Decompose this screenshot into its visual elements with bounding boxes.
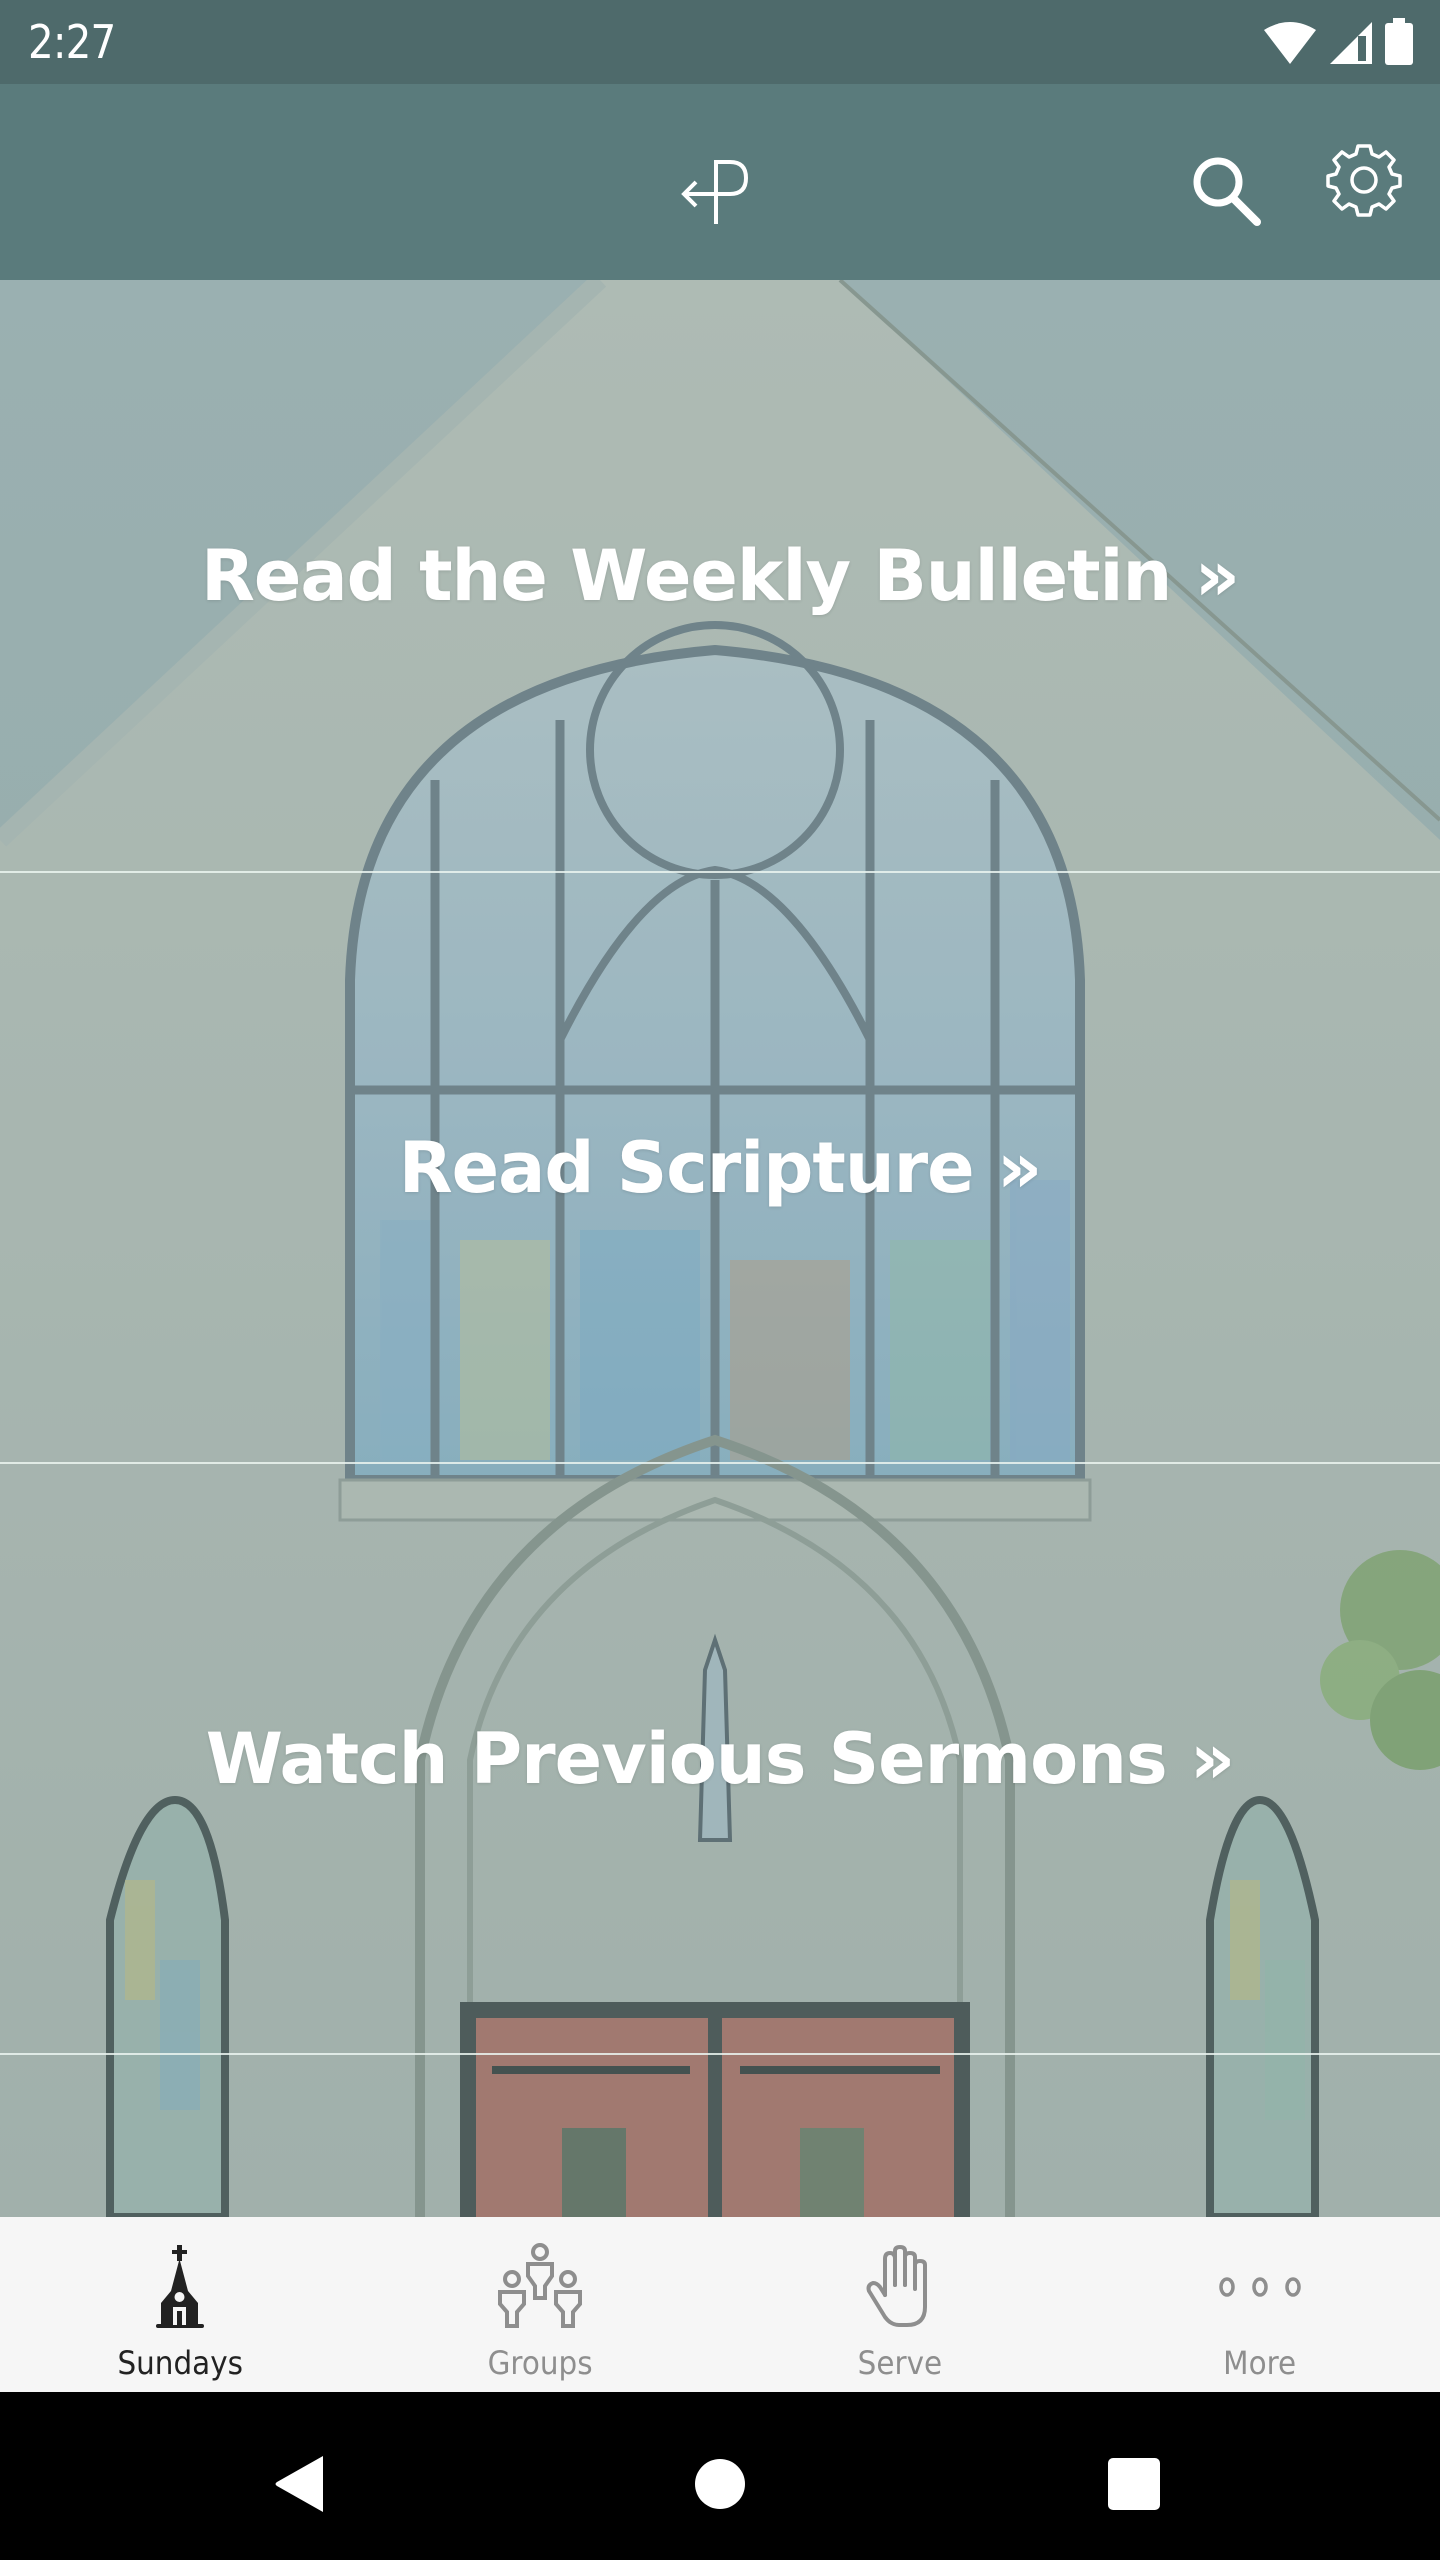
bottom-tab-bar: Sundays Groups Serve More bbox=[0, 2217, 1440, 2392]
weekly-bulletin-link-label: Read the Weekly Bulletin » bbox=[201, 534, 1240, 617]
recents-square-icon bbox=[1108, 2458, 1160, 2510]
tab-more-label: More bbox=[1223, 2344, 1297, 2382]
tab-sundays[interactable]: Sundays bbox=[0, 2217, 360, 2392]
search-button[interactable] bbox=[1183, 146, 1271, 234]
hero-list-empty-row bbox=[0, 2053, 1440, 2217]
system-back-button[interactable] bbox=[260, 2444, 340, 2524]
cellular-signal-icon bbox=[1330, 22, 1372, 64]
app-bar bbox=[0, 84, 1440, 280]
back-triangle-icon bbox=[275, 2456, 323, 2512]
hero-links-list: Read the Weekly Bulletin » Read Scriptur… bbox=[0, 280, 1440, 2217]
search-icon bbox=[1193, 157, 1261, 226]
hero-section: Read the Weekly Bulletin » Read Scriptur… bbox=[0, 280, 1440, 2217]
tab-sundays-label: Sundays bbox=[117, 2344, 243, 2382]
group-people-icon bbox=[498, 2243, 582, 2328]
more-dots-icon bbox=[1219, 2277, 1301, 2297]
tab-groups[interactable]: Groups bbox=[360, 2217, 720, 2392]
church-icon bbox=[156, 2245, 204, 2328]
status-icons bbox=[1262, 18, 1414, 66]
system-home-button[interactable] bbox=[680, 2444, 760, 2524]
read-scripture-link-label: Read Scripture » bbox=[398, 1126, 1043, 1209]
raised-hand-icon bbox=[866, 2245, 927, 2327]
status-bar: 2:27 bbox=[0, 0, 1440, 84]
tab-groups-label: Groups bbox=[487, 2344, 593, 2382]
battery-icon bbox=[1385, 18, 1413, 65]
weekly-bulletin-link[interactable]: Read the Weekly Bulletin » bbox=[0, 280, 1440, 871]
home-circle-icon bbox=[695, 2459, 745, 2509]
system-recents-button[interactable] bbox=[1094, 2444, 1174, 2524]
tab-serve[interactable]: Serve bbox=[720, 2217, 1080, 2392]
tab-serve-label: Serve bbox=[857, 2344, 943, 2382]
wifi-icon bbox=[1264, 22, 1316, 64]
read-scripture-link[interactable]: Read Scripture » bbox=[0, 871, 1440, 1462]
status-time: 2:27 bbox=[28, 15, 116, 69]
system-navigation-bar bbox=[0, 2392, 1440, 2560]
app-logo-icon bbox=[681, 160, 749, 224]
previous-sermons-link[interactable]: Watch Previous Sermons » bbox=[0, 1462, 1440, 2053]
settings-button[interactable] bbox=[1320, 136, 1408, 224]
previous-sermons-link-label: Watch Previous Sermons » bbox=[205, 1717, 1236, 1800]
gear-icon bbox=[1326, 144, 1402, 217]
tab-more[interactable]: More bbox=[1080, 2217, 1440, 2392]
